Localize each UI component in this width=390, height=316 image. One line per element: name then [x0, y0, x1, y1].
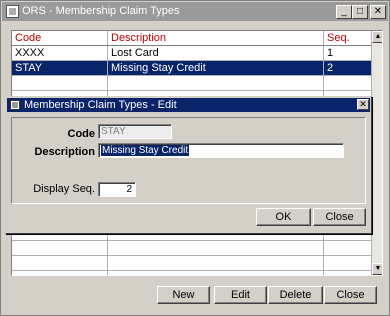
table-row[interactable]: [12, 271, 371, 275]
cell-description: [108, 241, 324, 255]
delete-button-label: Delete: [279, 289, 312, 301]
minimize-button[interactable]: _: [336, 5, 352, 19]
cell-description: Missing Stay Credit: [108, 61, 324, 75]
table-row[interactable]: [12, 241, 371, 256]
close-button-label: Close: [336, 289, 365, 301]
cell-code: STAY: [12, 61, 108, 75]
cell-code: [12, 256, 108, 270]
column-header-code[interactable]: Code: [12, 31, 108, 45]
window-title: ORS - Membership Claim Types: [22, 5, 180, 17]
close-button[interactable]: Close: [324, 286, 377, 304]
dialog-close-button-label: Close: [325, 211, 354, 223]
cell-description: [108, 271, 324, 275]
code-field[interactable]: STAY: [98, 124, 172, 139]
table-row[interactable]: XXXX Lost Card 1: [12, 46, 371, 61]
vertical-scrollbar[interactable]: ▲ ▼: [371, 31, 382, 275]
dialog-close-icon[interactable]: ✕: [357, 99, 369, 110]
dialog-close-button[interactable]: Close: [313, 208, 366, 226]
dialog-app-icon: [10, 100, 20, 110]
new-button-label: New: [172, 289, 195, 301]
dialog-title: Membership Claim Types - Edit: [24, 99, 177, 111]
cell-description: [108, 256, 324, 270]
delete-button[interactable]: Delete: [268, 286, 323, 304]
display-seq-label: Display Seq.: [33, 183, 95, 195]
cell-code: XXXX: [12, 46, 108, 60]
table-row[interactable]: STAY Missing Stay Credit 2: [12, 61, 371, 76]
column-header-seq[interactable]: Seq.: [324, 31, 371, 45]
table-row[interactable]: [12, 256, 371, 271]
cell-code: [12, 241, 108, 255]
dialog-title-bar[interactable]: Membership Claim Types - Edit ✕: [7, 98, 370, 112]
new-button[interactable]: New: [157, 286, 210, 304]
ok-button-label: OK: [275, 211, 292, 223]
description-label: Description: [34, 146, 95, 158]
cell-seq: [324, 256, 371, 270]
scroll-down-arrow-icon[interactable]: ▼: [372, 263, 382, 275]
description-field[interactable]: Missing Stay Credit: [98, 143, 344, 158]
cell-code: [12, 76, 108, 90]
cell-seq: [324, 76, 371, 90]
edit-button-label: Edit: [231, 289, 250, 301]
cell-seq: [324, 241, 371, 255]
maximize-button[interactable]: □: [352, 5, 368, 19]
cell-code: [12, 271, 108, 275]
column-header-description[interactable]: Description: [108, 31, 324, 45]
code-label: Code: [67, 128, 96, 140]
cell-description: [108, 76, 324, 90]
table-row[interactable]: [12, 76, 371, 91]
grid-header: Code Description Seq.: [12, 31, 371, 46]
cell-seq: [324, 271, 371, 275]
cell-description: Lost Card: [108, 46, 324, 60]
cell-seq: 1: [327, 47, 334, 59]
cell-seq: 2: [327, 62, 334, 74]
scroll-up-arrow-icon[interactable]: ▲: [372, 31, 382, 43]
edit-button[interactable]: Edit: [214, 286, 267, 304]
app-icon: [6, 5, 19, 18]
close-window-button[interactable]: ✕: [370, 5, 386, 19]
description-value: Missing Stay Credit: [101, 145, 190, 156]
title-bar[interactable]: ORS - Membership Claim Types _ □ ✕: [2, 2, 388, 21]
ok-button[interactable]: OK: [256, 208, 311, 226]
display-seq-field[interactable]: 2: [98, 182, 136, 197]
